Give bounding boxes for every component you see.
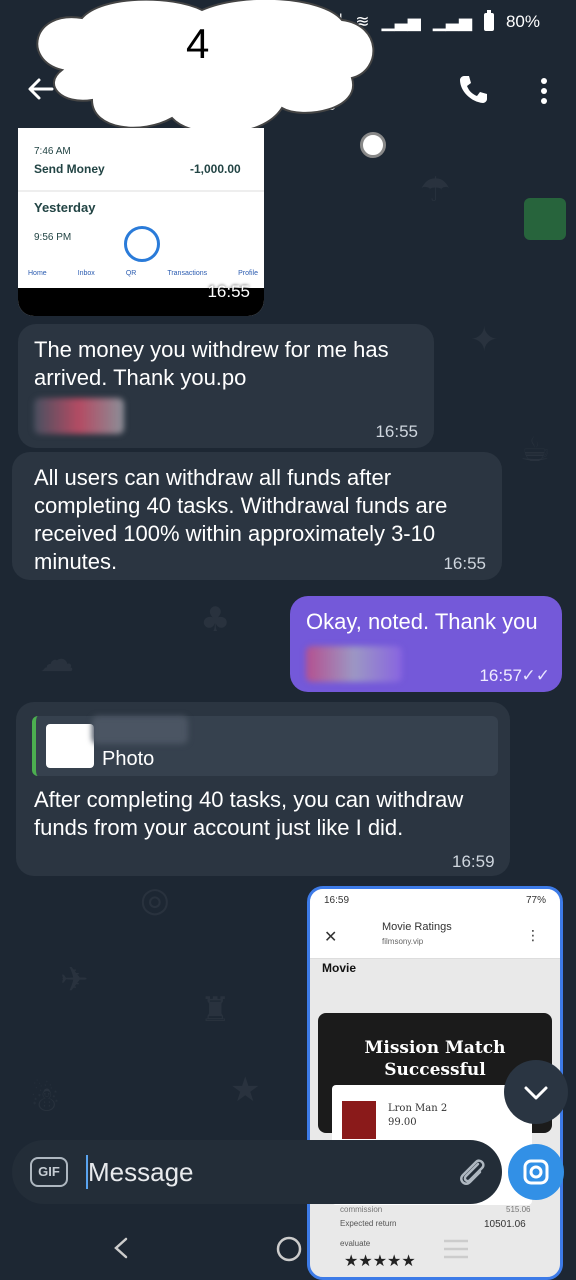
camera-icon [523,1159,549,1185]
phone-icon[interactable] [456,72,490,106]
message-time: 16:59 [452,852,495,871]
embedded-status: 16:59 77% [310,889,560,915]
cloud-dot [360,132,386,158]
reply-thumbnail [46,724,94,768]
tab-home: Home [28,270,47,277]
tab-transactions: Transactions [167,270,208,277]
chevron-down-icon [524,1086,548,1100]
nav-recents-icon[interactable] [442,1238,470,1260]
battery-percent: 80% [505,12,540,31]
tx-section: Yesterday [34,200,96,215]
tab-inbox: Inbox [77,270,95,277]
blurred-name [92,716,188,744]
tx-amount: -1,000.00 [190,162,241,176]
camera-button[interactable] [508,1144,564,1200]
message-composer: GIF [12,1140,502,1204]
nav-back-icon[interactable] [110,1236,134,1260]
battery-icon [483,10,494,31]
more-options-icon[interactable] [532,74,556,108]
message-text: The money you withdrew for me has arrive… [34,337,389,390]
tx-time-2: 9:56 PM [34,232,72,243]
tx-time: 7:46 AM [34,146,71,157]
attach-icon[interactable] [454,1154,490,1190]
screenshot-message[interactable]: 7:46 AM Send Money -1,000.00 Yesterday 9… [18,128,264,316]
tab-qr: QR [125,270,137,277]
scroll-down-button[interactable] [504,1060,568,1124]
embedded-title-bar: ✕ Movie Ratings filmsony.vip ⋮ [310,915,560,959]
blurred-emoji [306,646,402,682]
message-text: All users can withdraw all funds after c… [34,465,448,574]
gif-button[interactable]: GIF [30,1157,68,1187]
cloud-number: 4 [186,20,210,67]
embedded-section: Movie [322,961,357,975]
message-time: 16:57 [479,666,522,685]
qr-icon [124,226,160,262]
reply-label: Photo [102,748,155,770]
system-nav-bar [0,1210,576,1280]
signal-icon: ▁▃▅ [381,12,421,31]
message-text: Okay, noted. Thank you [306,609,538,634]
nav-home-icon[interactable] [276,1236,302,1262]
message-time: 16:55 [207,282,250,301]
incoming-message[interactable]: All users can withdraw all funds after c… [12,452,502,580]
translate-icon[interactable] [524,198,566,240]
tab-profile: Profile [238,270,258,277]
reply-preview[interactable]: Photo [32,716,498,776]
blurred-emoji [34,398,124,434]
read-checkmarks-icon: ✓✓ [521,666,551,685]
signal-icon-2: ▁▃▅ [432,12,472,31]
movie-poster [342,1101,376,1139]
message-input[interactable] [86,1155,446,1189]
message-text: After completing 40 tasks, you can withd… [34,787,464,840]
message-time: 16:55 [443,554,486,573]
tx-label: Send Money [34,162,105,176]
message-time: 16:55 [375,422,418,441]
incoming-message[interactable]: The money you withdrew for me has arrive… [18,324,434,448]
outgoing-message[interactable]: Okay, noted. Thank you 16:57 ✓✓ [290,596,562,692]
